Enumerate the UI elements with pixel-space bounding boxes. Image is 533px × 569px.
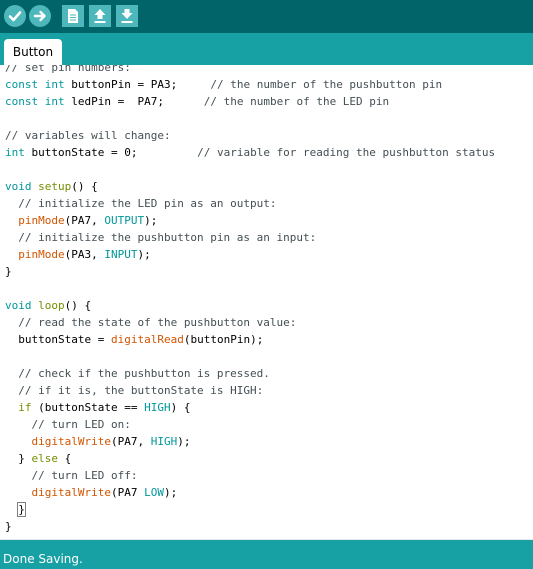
code-line[interactable]: void setup() { xyxy=(5,178,495,195)
code-line[interactable]: } else { xyxy=(5,450,495,467)
tab-button[interactable]: Button xyxy=(4,39,62,65)
right-arrow-icon xyxy=(33,10,46,22)
code-line[interactable]: if (buttonState == HIGH) { xyxy=(5,399,495,416)
verify-button[interactable] xyxy=(4,5,26,27)
new-sketch-button[interactable] xyxy=(62,5,84,27)
status-message: Done Saving. xyxy=(3,552,83,566)
code-line[interactable]: } xyxy=(5,518,495,535)
code-line[interactable]: digitalWrite(PA7 LOW); xyxy=(5,484,495,501)
code-line[interactable]: int buttonState = 0; // variable for rea… xyxy=(5,144,495,161)
toolbar xyxy=(0,0,533,33)
code-line[interactable]: } xyxy=(5,501,495,518)
code-line[interactable]: buttonState = digitalRead(buttonPin); xyxy=(5,331,495,348)
down-arrow-icon xyxy=(121,9,133,23)
code-line[interactable]: // read the state of the pushbutton valu… xyxy=(5,314,495,331)
code-line[interactable]: } xyxy=(5,263,495,280)
code-line[interactable] xyxy=(5,280,495,297)
code-line[interactable]: void loop() { xyxy=(5,297,495,314)
code-line[interactable]: const int ledPin = PA7; // the number of… xyxy=(5,93,495,110)
up-arrow-icon xyxy=(94,9,106,23)
code-line[interactable]: // if it is, the buttonState is HIGH: xyxy=(5,382,495,399)
code-line[interactable] xyxy=(5,348,495,365)
code-line[interactable]: pinMode(PA3, INPUT); xyxy=(5,246,495,263)
tab-bar: Button xyxy=(0,33,533,65)
code-line[interactable]: // turn LED on: xyxy=(5,416,495,433)
code-line[interactable]: const int buttonPin = PA3; // the number… xyxy=(5,76,495,93)
code-line[interactable]: // initialize the pushbutton pin as an i… xyxy=(5,229,495,246)
code-line[interactable]: // initialize the LED pin as an output: xyxy=(5,195,495,212)
code-line[interactable] xyxy=(5,110,495,127)
code-line[interactable]: // check if the pushbutton is pressed. xyxy=(5,365,495,382)
code-line[interactable]: pinMode(PA7, OUTPUT); xyxy=(5,212,495,229)
code-line[interactable]: // variables will change: xyxy=(5,127,495,144)
matched-brace: } xyxy=(17,502,26,517)
checkmark-icon xyxy=(8,11,22,22)
code-line[interactable]: // set pin numbers: xyxy=(5,65,495,76)
code-area[interactable]: // set pin numbers: const int buttonPin =… xyxy=(5,65,495,535)
open-button[interactable] xyxy=(89,5,111,27)
upload-button[interactable] xyxy=(29,5,51,27)
code-line[interactable]: // turn LED off: xyxy=(5,467,495,484)
code-line[interactable] xyxy=(5,161,495,178)
code-editor[interactable]: // set pin numbers: const int buttonPin =… xyxy=(0,65,533,540)
save-button[interactable] xyxy=(116,5,138,27)
status-bar: Done Saving. xyxy=(0,540,533,569)
document-icon xyxy=(68,9,78,23)
code-line[interactable]: digitalWrite(PA7, HIGH); xyxy=(5,433,495,450)
